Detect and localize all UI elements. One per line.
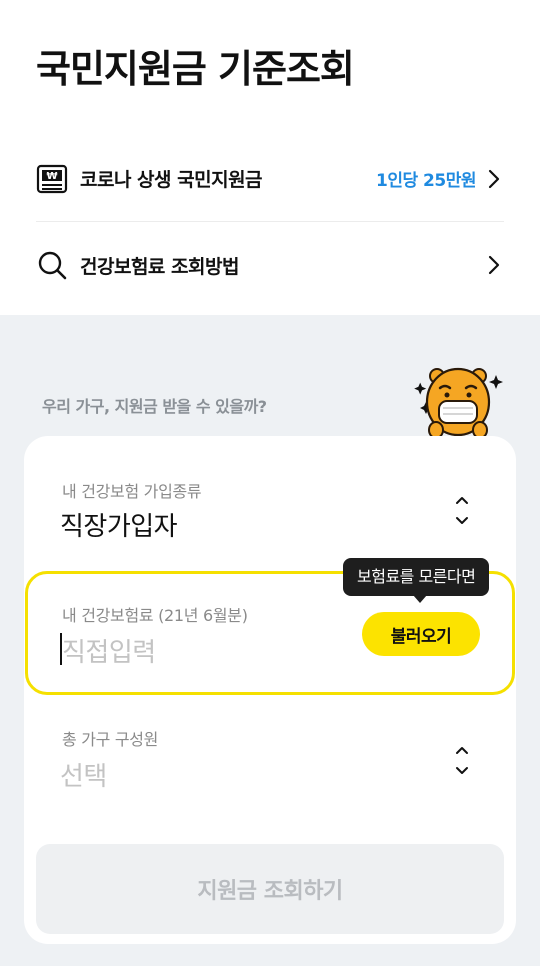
household-label: 총 가구 구성원: [62, 730, 159, 749]
household-select-icon[interactable]: [454, 744, 470, 778]
chevron-right-icon: [484, 255, 504, 275]
insurance-type-value[interactable]: 직장가입자: [60, 506, 178, 543]
load-premium-button[interactable]: 불러오기: [362, 612, 480, 656]
check-support-button[interactable]: 지원금 조회하기: [36, 844, 504, 934]
menu-label: 건강보험료 조회방법: [80, 255, 239, 278]
premium-input[interactable]: 직접입력: [62, 632, 156, 669]
menu-item-covid-support[interactable]: ₩ 코로나 상생 국민지원금 1인당 25만원: [36, 136, 504, 222]
menu-item-insurance-guide[interactable]: 건강보험료 조회방법: [36, 222, 504, 308]
won-card-icon: ₩: [36, 163, 68, 195]
svg-text:₩: ₩: [46, 171, 57, 182]
chevron-right-icon: [484, 169, 504, 189]
support-amount-badge: 1인당 25만원: [376, 171, 476, 191]
page-title: 국민지원금 기준조회: [36, 47, 355, 91]
insurance-type-label: 내 건강보험 가입종류: [62, 482, 202, 501]
mascot-character-icon: [410, 358, 506, 442]
search-icon: [36, 249, 68, 281]
section-question: 우리 가구, 지원금 받을 수 있을까?: [42, 397, 267, 416]
tooltip-tail: [413, 595, 427, 603]
premium-label: 내 건강보험료 (21년 6월분): [62, 606, 248, 625]
menu-label: 코로나 상생 국민지원금: [80, 169, 263, 191]
premium-help-tooltip: 보험료를 모른다면: [343, 558, 490, 596]
insurance-type-select-icon[interactable]: [454, 494, 470, 528]
household-select[interactable]: 선택: [60, 756, 107, 793]
text-cursor: [60, 633, 62, 665]
